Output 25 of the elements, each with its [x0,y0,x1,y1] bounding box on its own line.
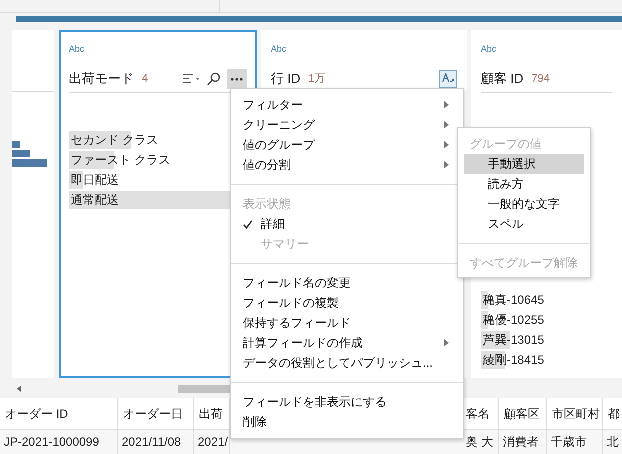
field-title: 行 ID [271,70,301,88]
field-count: 794 [532,72,550,87]
field-count: 1万 [308,72,326,87]
type-label: Abc [271,44,287,54]
field-title: 顧客 ID [481,70,524,88]
value-label: 芦巽-13015 [482,332,544,349]
table-cell: 北 [603,430,622,454]
value-label: 穐真-10645 [482,292,544,309]
value-label: 綾剛-18415 [482,352,544,369]
table-cell: 奥 大 [464,430,499,454]
table-cell: 2021/ [194,430,230,454]
value-label: 通常配送 [70,192,119,209]
table-cell: JP-2021-1000099 [0,430,118,454]
value-label: セカンド クラス [70,132,158,149]
value-label: ファースト クラス [70,152,170,169]
table-cell: 消費者 [499,430,547,454]
menu-section-header: グループの値 [469,136,543,153]
value-label: 即日配送 [70,172,119,189]
type-label: Abc [481,44,497,54]
table-cell: 千歳市 [547,430,603,454]
value-label: 穐優-10255 [482,312,544,329]
field-title: 出荷モード [69,70,134,88]
table-cell: 2021/11/08 [118,430,194,454]
type-label: Abc [69,44,85,54]
field-count: 4 [142,72,148,87]
